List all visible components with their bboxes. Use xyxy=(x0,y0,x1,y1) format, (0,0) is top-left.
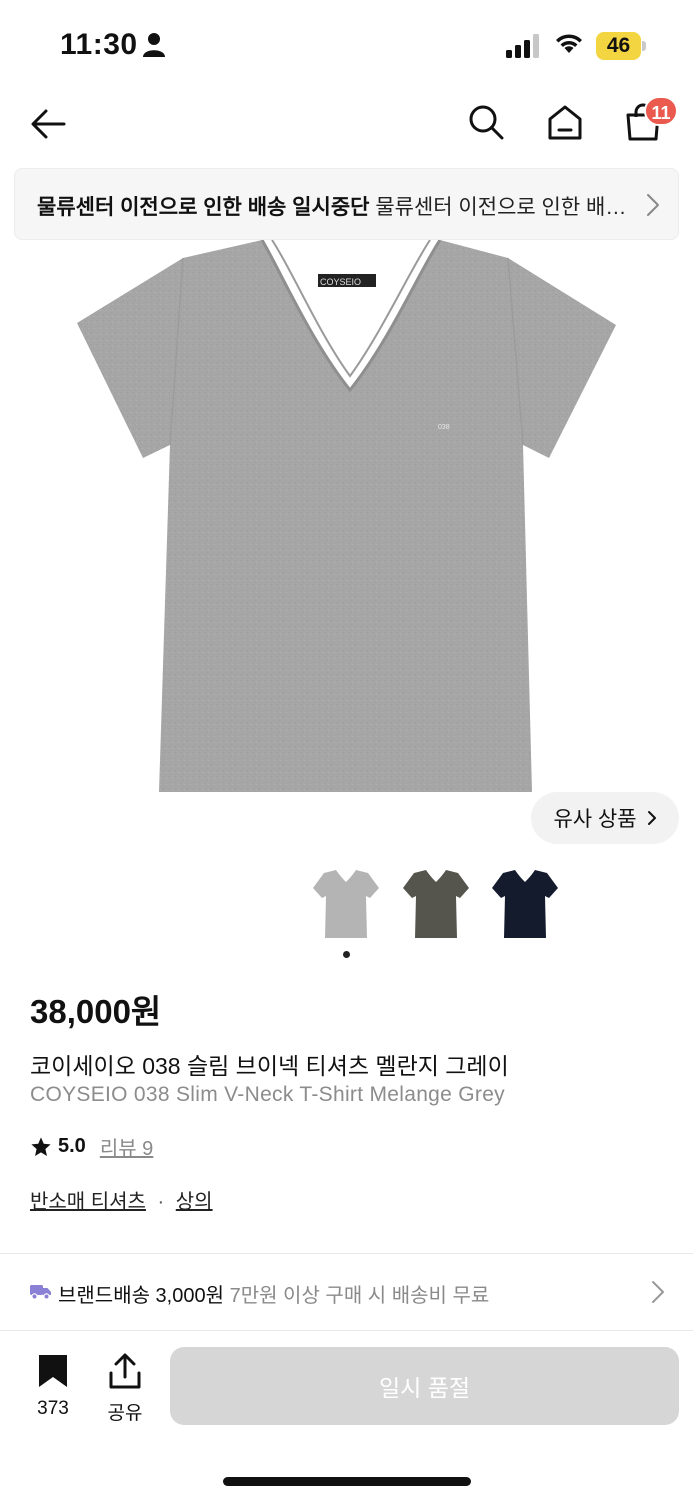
back-arrow-icon[interactable] xyxy=(28,104,68,144)
shipping-info-row[interactable]: 브랜드배송 3,000원 7만원 이상 구매 시 배송비 무료 xyxy=(0,1254,693,1330)
thumb-navy-fill xyxy=(492,870,558,938)
home-indicator[interactable] xyxy=(223,1477,471,1486)
cellular-signal-icon xyxy=(506,34,539,58)
chevron-right-icon xyxy=(647,811,656,825)
shipping-text: 브랜드배송 3,000원 7만원 이상 구매 시 배송비 무료 xyxy=(58,1279,489,1308)
bookmark-icon xyxy=(39,1355,67,1387)
battery-level: 46 xyxy=(606,34,631,57)
bookmark-button[interactable]: 373 xyxy=(22,1353,84,1420)
star-icon xyxy=(31,1136,51,1156)
bottom-action-bar: 373 공유 일시 품절 xyxy=(0,1331,693,1441)
rating-score: 5.0 xyxy=(58,1135,86,1157)
wifi-icon xyxy=(556,34,582,53)
notice-title: 물류센터 이전으로 인한 배송 일시중단 xyxy=(37,196,370,219)
thumbnail-grey[interactable] xyxy=(308,866,384,942)
share-icon xyxy=(109,1353,141,1389)
shipping-sub: 7만원 이상 구매 시 배송비 무료 xyxy=(229,1285,490,1307)
share-label: 공유 xyxy=(107,1403,143,1424)
similar-products-label: 유사 상품 xyxy=(553,808,637,831)
thumb-grey-fill xyxy=(313,870,379,938)
person-icon xyxy=(143,33,165,57)
sold-out-button[interactable]: 일시 품절 xyxy=(170,1347,679,1425)
cart-count-badge: 11 xyxy=(644,96,678,126)
thumbnail-navy[interactable] xyxy=(487,866,563,942)
product-price: 38,000원 xyxy=(30,993,162,1030)
page-indicator-dot xyxy=(343,951,350,958)
category-link-short-sleeve[interactable]: 반소매 티셔츠 xyxy=(30,1191,146,1213)
bookmark-count: 373 xyxy=(37,1398,69,1419)
top-nav xyxy=(0,90,693,160)
status-bar: 11:30 46 xyxy=(0,0,693,90)
chest-print-text: 038 xyxy=(438,424,450,431)
battery-icon: 46 xyxy=(596,32,646,60)
product-image[interactable]: COYSEIO 038 xyxy=(0,240,693,840)
status-time: 11:30 xyxy=(60,28,138,61)
shipping-label: 브랜드배송 3,000원 xyxy=(58,1285,225,1307)
product-name-english: COYSEIO 038 Slim V-Neck T-Shirt Melange … xyxy=(30,1083,505,1106)
category-link-tops[interactable]: 상의 xyxy=(176,1191,213,1213)
notice-text: 물류센터 이전으로 인한 배송 일시중단 물류센터 이전으로 인한 배송 일시중… xyxy=(37,191,637,221)
thumb-charcoal-fill xyxy=(403,870,469,938)
chevron-right-icon xyxy=(652,1281,664,1303)
reviews-link[interactable]: 리뷰 9 xyxy=(100,1132,153,1161)
color-thumbnails xyxy=(308,866,568,946)
similar-products-button[interactable]: 유사 상품 xyxy=(531,792,679,844)
thumbnail-charcoal[interactable] xyxy=(398,866,474,942)
share-button[interactable]: 공유 xyxy=(96,1353,154,1425)
neck-label-text: COYSEIO xyxy=(320,277,361,287)
notice-banner[interactable]: 물류센터 이전으로 인한 배송 일시중단 물류센터 이전으로 인한 배송 일시중… xyxy=(14,168,679,240)
search-icon[interactable] xyxy=(466,102,506,142)
category-breadcrumb: 반소매 티셔츠 · 상의 xyxy=(30,1185,213,1214)
home-icon[interactable] xyxy=(545,102,585,142)
product-name-korean: 코이세이오 038 슬림 브이넥 티셔츠 멜란지 그레이 xyxy=(30,1053,509,1079)
rating-row: 5.0 리뷰 9 xyxy=(30,1132,153,1161)
notice-body: 물류센터 이전으로 인한 배송 일시중단 안내 xyxy=(375,196,637,219)
category-separator: · xyxy=(157,1191,165,1213)
chevron-right-icon xyxy=(647,194,659,216)
truck-icon xyxy=(30,1285,51,1300)
